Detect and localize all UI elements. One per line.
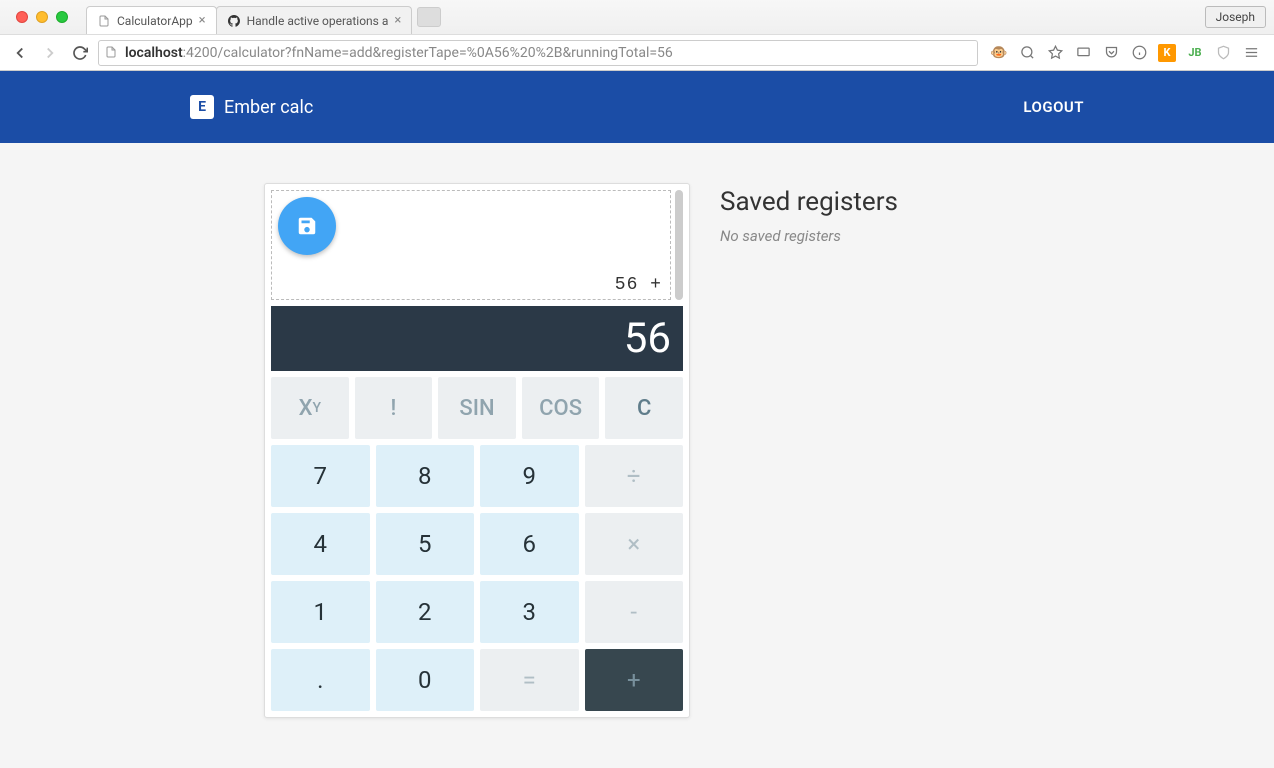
equals-button[interactable]: = [480, 649, 579, 711]
ext-icon-1[interactable]: 🐵 [990, 44, 1008, 62]
url-rest: :4200/calculator?fnName=add&registerTape… [183, 45, 673, 61]
divide-button[interactable]: ÷ [585, 445, 684, 507]
saved-registers-panel: Saved registers No saved registers [720, 183, 1274, 245]
forward-button[interactable] [38, 41, 62, 65]
tabs: CalculatorApp × Handle active operations… [86, 0, 441, 34]
digit-9[interactable]: 9 [480, 445, 579, 507]
multiply-button[interactable]: × [585, 513, 684, 575]
toolbar: localhost :4200/calculator?fnName=add&re… [0, 34, 1274, 70]
ext-icon-jb[interactable]: JB [1186, 44, 1204, 62]
github-icon [227, 14, 241, 28]
power-button[interactable]: XY [271, 377, 349, 439]
digit-3[interactable]: 3 [480, 581, 579, 643]
info-icon[interactable] [1130, 44, 1148, 62]
menu-icon[interactable] [1242, 44, 1260, 62]
clear-button[interactable]: C [605, 377, 683, 439]
profile-button[interactable]: Joseph [1205, 6, 1266, 28]
tab-title: CalculatorApp [117, 14, 193, 28]
sin-button[interactable]: SIN [438, 377, 516, 439]
bookmark-icon[interactable] [1046, 44, 1064, 62]
close-tab-icon[interactable]: × [394, 13, 401, 28]
tape-text: 56 + [615, 275, 662, 295]
function-row: XY ! SIN COS C [271, 377, 683, 439]
tab-github[interactable]: Handle active operations a × [216, 6, 413, 34]
digit-8[interactable]: 8 [376, 445, 475, 507]
url-bar[interactable]: localhost :4200/calculator?fnName=add&re… [98, 40, 978, 66]
back-button[interactable] [8, 41, 32, 65]
tab-bar: CalculatorApp × Handle active operations… [0, 0, 1274, 34]
calculator: 56 + 56 XY ! SIN COS C 7 8 9 ÷ 4 5 [264, 183, 690, 718]
digit-4[interactable]: 4 [271, 513, 370, 575]
saved-registers-empty: No saved registers [720, 227, 1274, 245]
cos-button[interactable]: COS [522, 377, 600, 439]
digit-5[interactable]: 5 [376, 513, 475, 575]
factorial-button[interactable]: ! [355, 377, 433, 439]
num-row-4: . 0 = + [271, 649, 683, 711]
logo-icon: E [190, 95, 214, 119]
app-title: Ember calc [224, 97, 313, 118]
digit-0[interactable]: 0 [376, 649, 475, 711]
new-tab-button[interactable] [417, 7, 441, 27]
digit-2[interactable]: 2 [376, 581, 475, 643]
close-window-button[interactable] [16, 11, 28, 23]
pocket-icon[interactable] [1102, 44, 1120, 62]
logout-button[interactable]: LOGOUT [1023, 98, 1084, 116]
add-button[interactable]: + [585, 649, 684, 711]
url-host: localhost [125, 45, 183, 61]
toolbar-icons: 🐵 K JB [984, 44, 1266, 62]
browser-chrome: CalculatorApp × Handle active operations… [0, 0, 1274, 71]
page-icon [105, 46, 119, 60]
app-header: E Ember calc LOGOUT [0, 71, 1274, 143]
num-row-2: 4 5 6 × [271, 513, 683, 575]
zoom-icon[interactable] [1018, 44, 1036, 62]
cast-icon[interactable] [1074, 44, 1092, 62]
traffic-lights [8, 11, 76, 23]
main: 56 + 56 XY ! SIN COS C 7 8 9 ÷ 4 5 [0, 143, 1274, 758]
digit-7[interactable]: 7 [271, 445, 370, 507]
tape-scrollbar[interactable] [675, 190, 683, 300]
ext-icon-k[interactable]: K [1158, 44, 1176, 62]
num-row-3: 1 2 3 - [271, 581, 683, 643]
close-tab-icon[interactable]: × [199, 13, 206, 28]
tape-wrap: 56 + [271, 190, 683, 300]
num-row-1: 7 8 9 ÷ [271, 445, 683, 507]
digit-6[interactable]: 6 [480, 513, 579, 575]
subtract-button[interactable]: - [585, 581, 684, 643]
maximize-window-button[interactable] [56, 11, 68, 23]
calc-display: 56 [271, 306, 683, 371]
digit-1[interactable]: 1 [271, 581, 370, 643]
page-icon [97, 14, 111, 28]
page-content: E Ember calc LOGOUT 56 + 56 XY ! SIN COS [0, 71, 1274, 768]
save-register-button[interactable] [278, 197, 336, 255]
minimize-window-button[interactable] [36, 11, 48, 23]
decimal-button[interactable]: . [271, 649, 370, 711]
register-tape: 56 + [271, 190, 671, 300]
shield-icon[interactable] [1214, 44, 1232, 62]
reload-button[interactable] [68, 41, 92, 65]
tab-title: Handle active operations a [247, 14, 389, 28]
tab-calculator-app[interactable]: CalculatorApp × [86, 6, 217, 34]
saved-registers-title: Saved registers [720, 187, 1274, 217]
